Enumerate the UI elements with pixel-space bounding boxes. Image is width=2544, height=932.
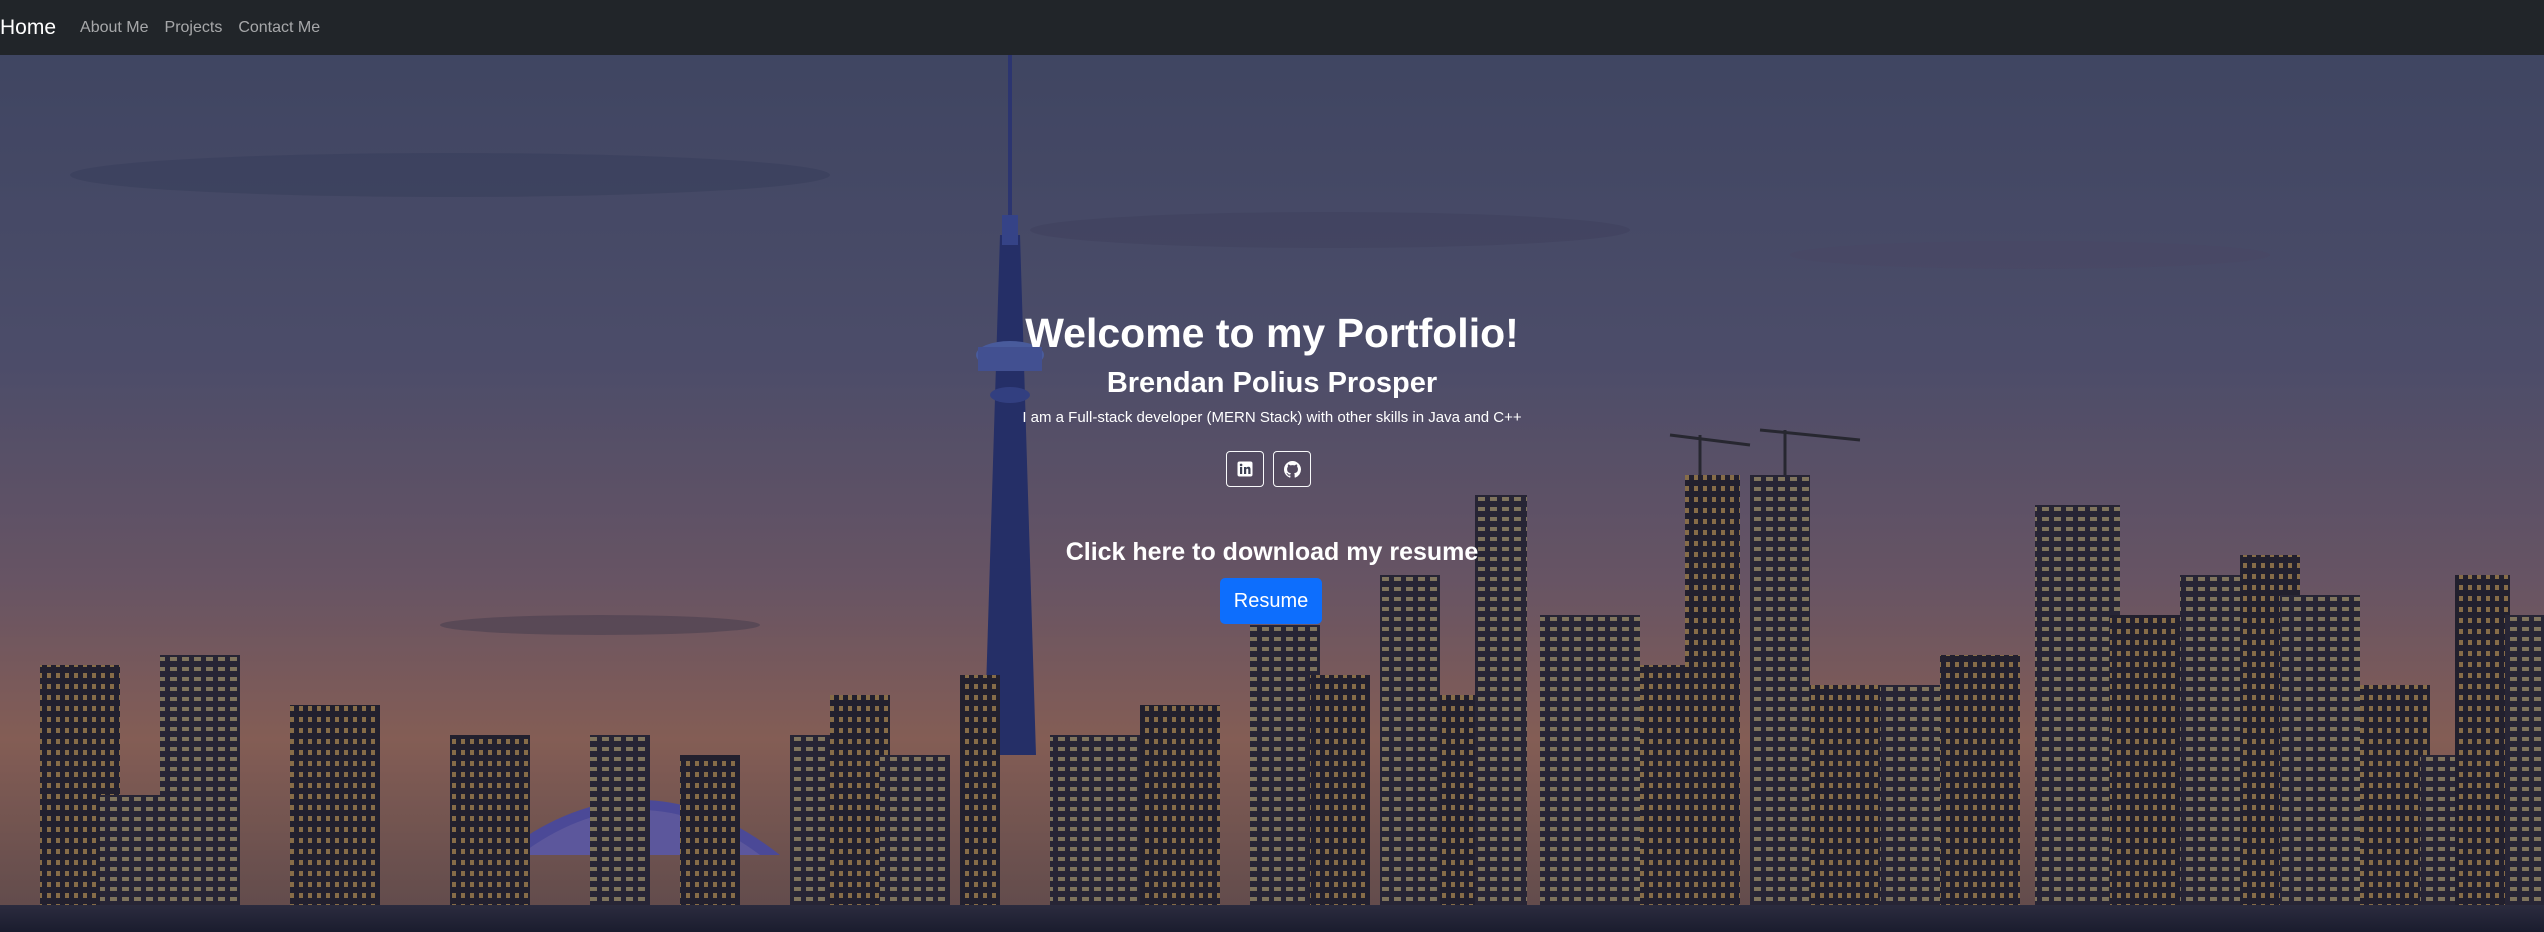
hero-title: Welcome to my Portfolio! — [1025, 310, 1519, 356]
nav-home-link[interactable]: Home — [0, 0, 56, 55]
social-links — [1226, 451, 1311, 487]
github-button[interactable] — [1273, 451, 1311, 487]
nav-contact-link[interactable]: Contact Me — [238, 0, 320, 55]
linkedin-icon — [1237, 461, 1253, 477]
github-icon — [1283, 460, 1301, 478]
hero-name: Brendan Polius Prosper — [1106, 367, 1438, 399]
navbar: Home About Me Projects Contact Me — [0, 0, 2544, 55]
resume-button[interactable]: Resume — [1220, 578, 1322, 624]
hero-section: Welcome to my Portfolio! Brendan Polius … — [0, 55, 2544, 932]
linkedin-button[interactable] — [1226, 451, 1264, 487]
nav-projects-link[interactable]: Projects — [165, 0, 223, 55]
nav-about-link[interactable]: About Me — [80, 0, 148, 55]
hero-content: Welcome to my Portfolio! Brendan Polius … — [0, 55, 2544, 932]
hero-tagline: I am a Full-stack developer (MERN Stack)… — [1022, 409, 1522, 426]
resume-prompt: Click here to download my resume — [1065, 538, 1479, 566]
